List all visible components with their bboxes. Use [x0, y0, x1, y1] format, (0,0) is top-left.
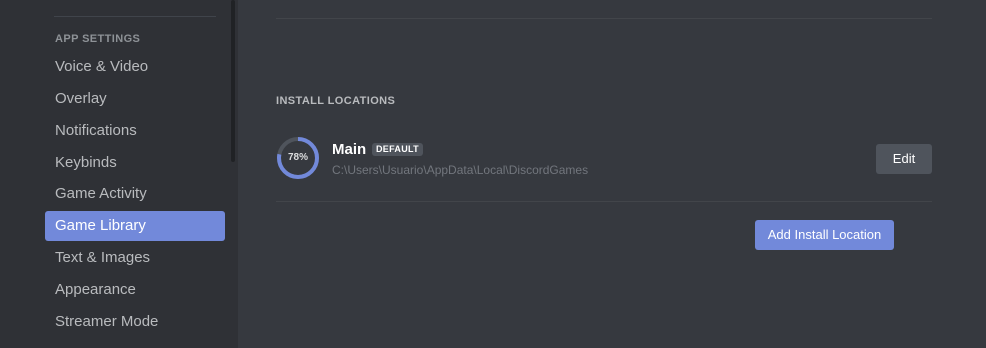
- default-badge: DEFAULT: [372, 143, 423, 156]
- settings-sidebar: App Settings Voice & Video Overlay Notif…: [0, 0, 238, 348]
- sidebar-item-keybinds[interactable]: Keybinds: [45, 148, 225, 178]
- sidebar-item-appearance[interactable]: Appearance: [45, 275, 225, 305]
- sidebar-item-text-images[interactable]: Text & Images: [45, 243, 225, 273]
- location-name: Main: [332, 141, 367, 158]
- location-path: C:\Users\Usuario\AppData\Local\DiscordGa…: [332, 163, 589, 177]
- edit-location-button[interactable]: Edit: [876, 144, 932, 174]
- usage-percent-label: 78%: [287, 152, 308, 163]
- install-locations-header: Install Locations: [276, 95, 396, 107]
- sidebar-item-notifications[interactable]: Notifications: [45, 116, 225, 146]
- sidebar-item-game-library[interactable]: Game Library: [45, 211, 225, 241]
- row-divider: [276, 201, 932, 202]
- content-divider: [276, 18, 932, 19]
- add-install-location-button[interactable]: Add Install Location: [755, 220, 894, 250]
- usage-progress-ring: 78%: [276, 136, 320, 180]
- sidebar-scrollbar[interactable]: [231, 0, 235, 162]
- sidebar-section-header: App Settings: [55, 33, 141, 45]
- install-location-row: 78% Main DEFAULT C:\Users\Usuario\AppDat…: [276, 136, 932, 182]
- sidebar-item-streamer-mode[interactable]: Streamer Mode: [45, 307, 225, 337]
- sidebar-item-voice-video[interactable]: Voice & Video: [45, 52, 225, 82]
- sidebar-item-game-activity[interactable]: Game Activity: [45, 179, 225, 209]
- settings-window: App Settings Voice & Video Overlay Notif…: [0, 0, 986, 348]
- sidebar-divider: [54, 16, 216, 17]
- settings-content: Install Locations 78% Main DEFAULT C:\Us…: [238, 0, 986, 348]
- sidebar-item-overlay[interactable]: Overlay: [45, 84, 225, 114]
